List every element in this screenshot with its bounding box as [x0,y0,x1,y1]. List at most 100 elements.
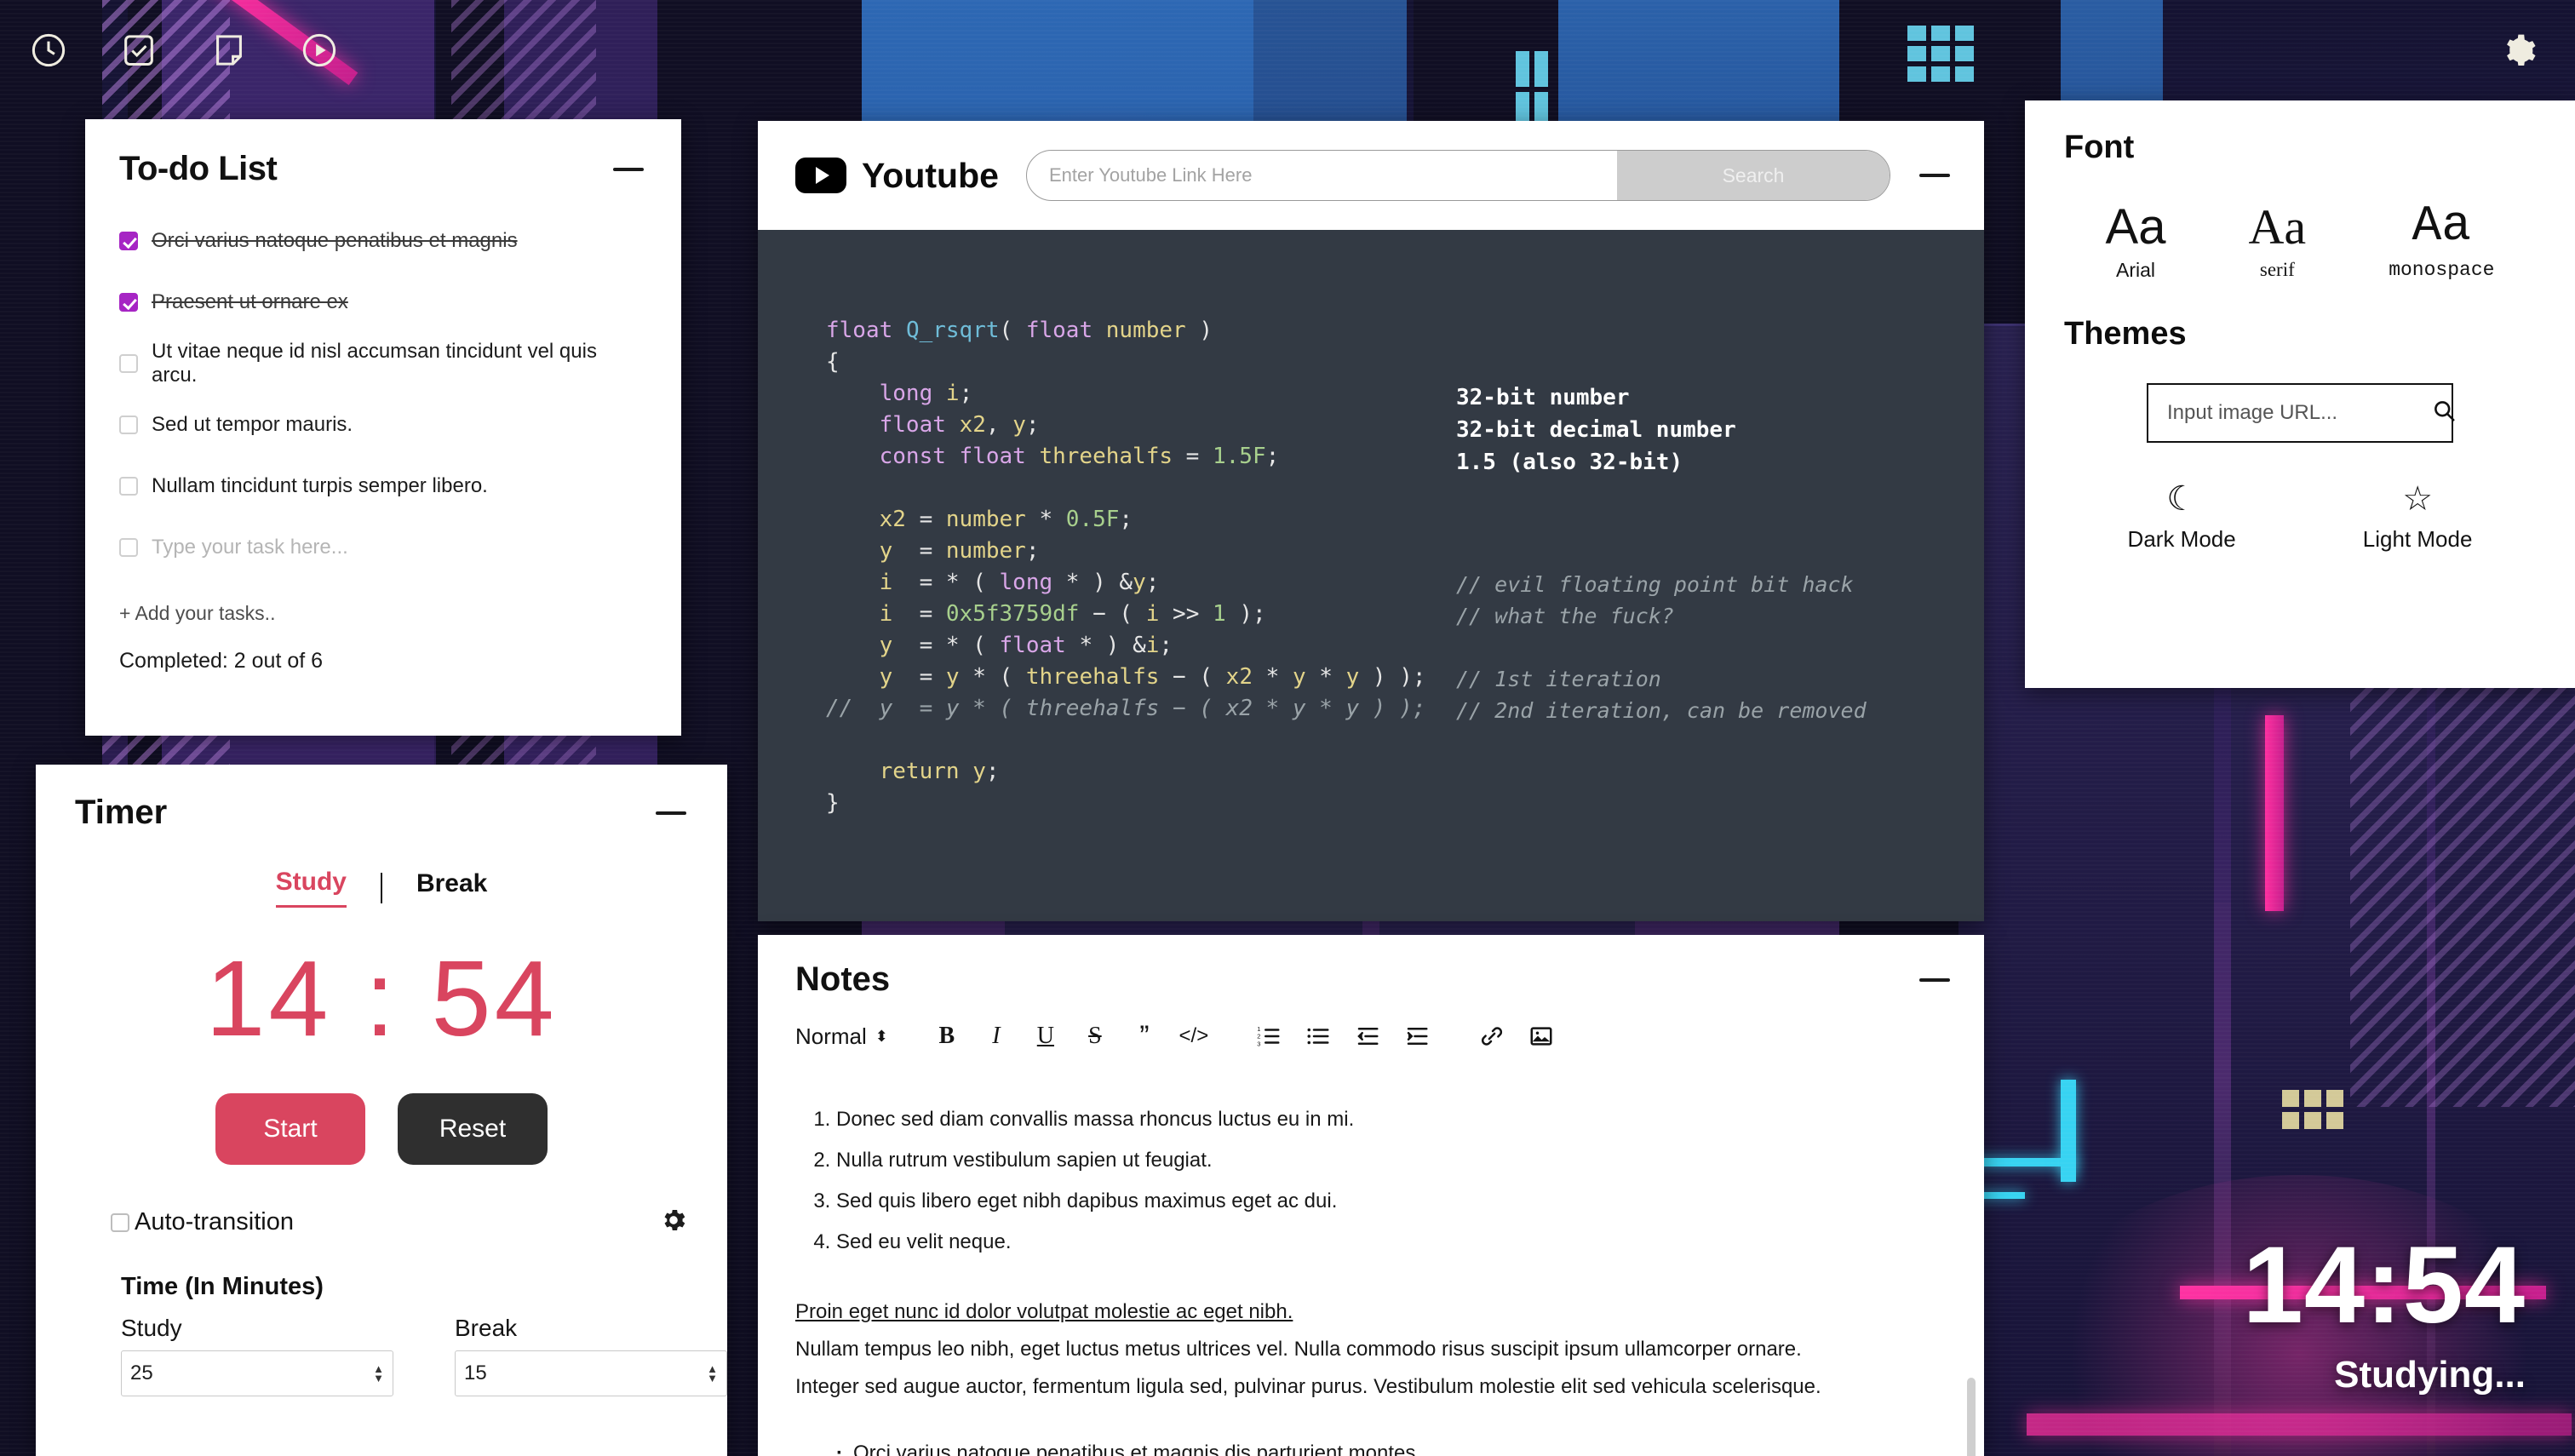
theme-modes: ☾ Dark Mode ☆ Light Mode [2064,482,2536,553]
strikethrough-icon[interactable]: S [1070,1017,1120,1055]
todo-checkbox[interactable] [119,354,138,373]
youtube-brand-label: Youtube [862,155,999,195]
notes-underlined-heading: Proin eget nunc id dolor volutpat molest… [795,1300,1293,1323]
tab-study[interactable]: Study [275,868,347,908]
tab-separator [380,872,382,903]
comment-line: // 2nd iteration, can be removed [1456,698,1867,723]
todo-checkbox[interactable] [119,477,138,496]
youtube-video-player[interactable]: float Q_rsqrt( float number ) { long i; … [758,230,1984,921]
image-url-input[interactable] [2167,400,2431,425]
annotation-line: 1.5 (also 32-bit) [1456,450,1683,475]
youtube-search-button[interactable]: Search [1617,151,1890,200]
notes-bullet-list: Orci varius natoque penatibus et magnis … [836,1435,1941,1456]
video-code-comments: // evil floating point bit hack // what … [1456,569,1867,726]
time-minutes-heading: Time (In Minutes) [121,1273,324,1300]
checkbox-icon[interactable] [118,29,160,72]
font-name: monospace [2389,258,2495,281]
todo-checkbox[interactable] [119,293,138,312]
todo-item[interactable]: Praesent ut ornare ex [119,272,647,333]
youtube-search-bar: Search [1025,150,1890,201]
blockquote-icon[interactable]: ” [1120,1017,1169,1055]
todo-completed-count: Completed: 2 out of 6 [119,649,324,673]
notes-paragraph: Integer sed augue auctor, fermentum ligu… [795,1375,1821,1398]
todo-item-label: Ut vitae neque id nisl accumsan tincidun… [152,340,597,387]
bullet-list-icon[interactable] [1293,1017,1343,1055]
todo-item-label: Praesent ut ornare ex [152,290,348,313]
todo-new-checkbox[interactable] [119,538,138,557]
ordered-list-icon[interactable]: 1 2 3 [1244,1017,1293,1055]
auto-transition-checkbox[interactable] [111,1212,129,1232]
notes-paragraph: Nullam tempus leo nibh, eget luctus metu… [795,1338,1802,1361]
overlay-clock-time: 14:54 [2242,1224,2526,1346]
indent-icon[interactable] [1392,1017,1442,1055]
bold-icon[interactable]: B [922,1017,972,1055]
timer-controls: Start Reset [36,1093,727,1165]
start-button[interactable]: Start [215,1093,365,1165]
image-icon[interactable] [1517,1017,1566,1055]
todo-header: To-do List [85,119,681,188]
dark-mode-option[interactable]: ☾ Dark Mode [2128,482,2236,553]
font-option-arial[interactable]: Aa Arial [2105,199,2166,282]
todo-item[interactable]: Orci varius natoque penatibus et magnis [119,210,647,272]
add-task-button[interactable]: + Add your tasks.. [85,578,681,625]
outdent-icon[interactable] [1343,1017,1392,1055]
underline-icon[interactable]: U [1021,1017,1070,1055]
todo-minimize-button[interactable] [613,167,644,171]
tab-break[interactable]: Break [416,869,487,907]
youtube-link-input[interactable] [1026,151,1617,200]
font-option-serif[interactable]: Aa serif [2248,199,2307,282]
notes-scrollbar[interactable] [1967,1378,1976,1456]
font-sample: Aa [2105,199,2166,255]
settings-panel: Font Aa Arial Aa serif Aa monospace Them… [2025,100,2575,688]
timer-header: Timer [36,765,727,832]
paragraph-style-label[interactable]: Normal [795,1023,867,1050]
todo-item[interactable]: Nullam tincidunt turpis semper libero. [119,456,647,517]
notes-toolbar: Normal ⬍ B I U S ” </> 1 2 3 [758,999,1984,1063]
note-icon[interactable] [208,29,250,72]
list-item: Donec sed diam convallis massa rhoncus l… [836,1101,1941,1138]
link-icon[interactable] [1467,1017,1517,1055]
break-minutes-input[interactable]: 15 ▲ ▼ [455,1350,727,1396]
notes-minimize-button[interactable] [1919,977,1950,982]
theme-image-url-field[interactable] [2147,382,2455,443]
timer-settings-gear-icon[interactable] [659,1206,688,1239]
todo-checkbox[interactable] [119,232,138,250]
study-minutes-value: 25 [130,1361,153,1384]
notes-ordered-list: Donec sed diam convallis massa rhoncus l… [836,1101,1941,1261]
youtube-play-icon [795,158,846,193]
font-option-monospace[interactable]: Aa monospace [2389,199,2495,282]
gear-icon[interactable] [2498,29,2541,72]
font-sample: Aa [2412,199,2472,255]
play-icon[interactable] [298,29,341,72]
search-icon[interactable] [2431,398,2457,427]
study-minutes-stepper[interactable]: ▲ ▼ [373,1363,384,1384]
reset-button[interactable]: Reset [398,1093,548,1165]
svg-text:3: 3 [1257,1040,1260,1047]
notes-content[interactable]: Donec sed diam convallis massa rhoncus l… [758,1101,1984,1456]
chevron-updown-icon[interactable]: ⬍ [875,1028,888,1046]
clock-icon[interactable] [27,29,70,72]
italic-icon[interactable]: I [972,1017,1021,1055]
todo-item[interactable]: Ut vitae neque id nisl accumsan tincidun… [119,333,647,394]
study-minutes-input[interactable]: 25 ▲ ▼ [121,1350,393,1396]
timer-mode-tabs: Study Break [36,868,727,908]
break-minutes-stepper[interactable]: ▲ ▼ [707,1363,718,1384]
todo-checkbox[interactable] [119,416,138,434]
todo-item-label: Orci varius natoque penatibus et magnis [152,229,518,252]
svg-text:2: 2 [1257,1033,1260,1040]
youtube-minimize-button[interactable] [1919,174,1950,177]
light-mode-option[interactable]: ☆ Light Mode [2363,482,2473,553]
comment-line: // 1st iteration [1456,667,1661,691]
todo-new-item-row[interactable]: Type your task here... [119,517,647,578]
break-minutes-value: 15 [464,1361,487,1384]
svg-text:1: 1 [1257,1025,1260,1033]
code-icon[interactable]: </> [1169,1017,1219,1055]
timer-minimize-button[interactable] [656,811,686,815]
study-minutes-label: Study [121,1315,182,1341]
list-item: Nulla rutrum vestibulum sapien ut feugia… [836,1142,1941,1179]
todo-item[interactable]: Sed ut tempor mauris. [119,394,647,456]
font-sample: Aa [2248,199,2307,255]
app-toolbar [0,0,2575,100]
youtube-window: Youtube Search float Q_rsqrt( float numb… [758,121,1984,921]
overlay-clock-status: Studying... [2334,1354,2526,1396]
